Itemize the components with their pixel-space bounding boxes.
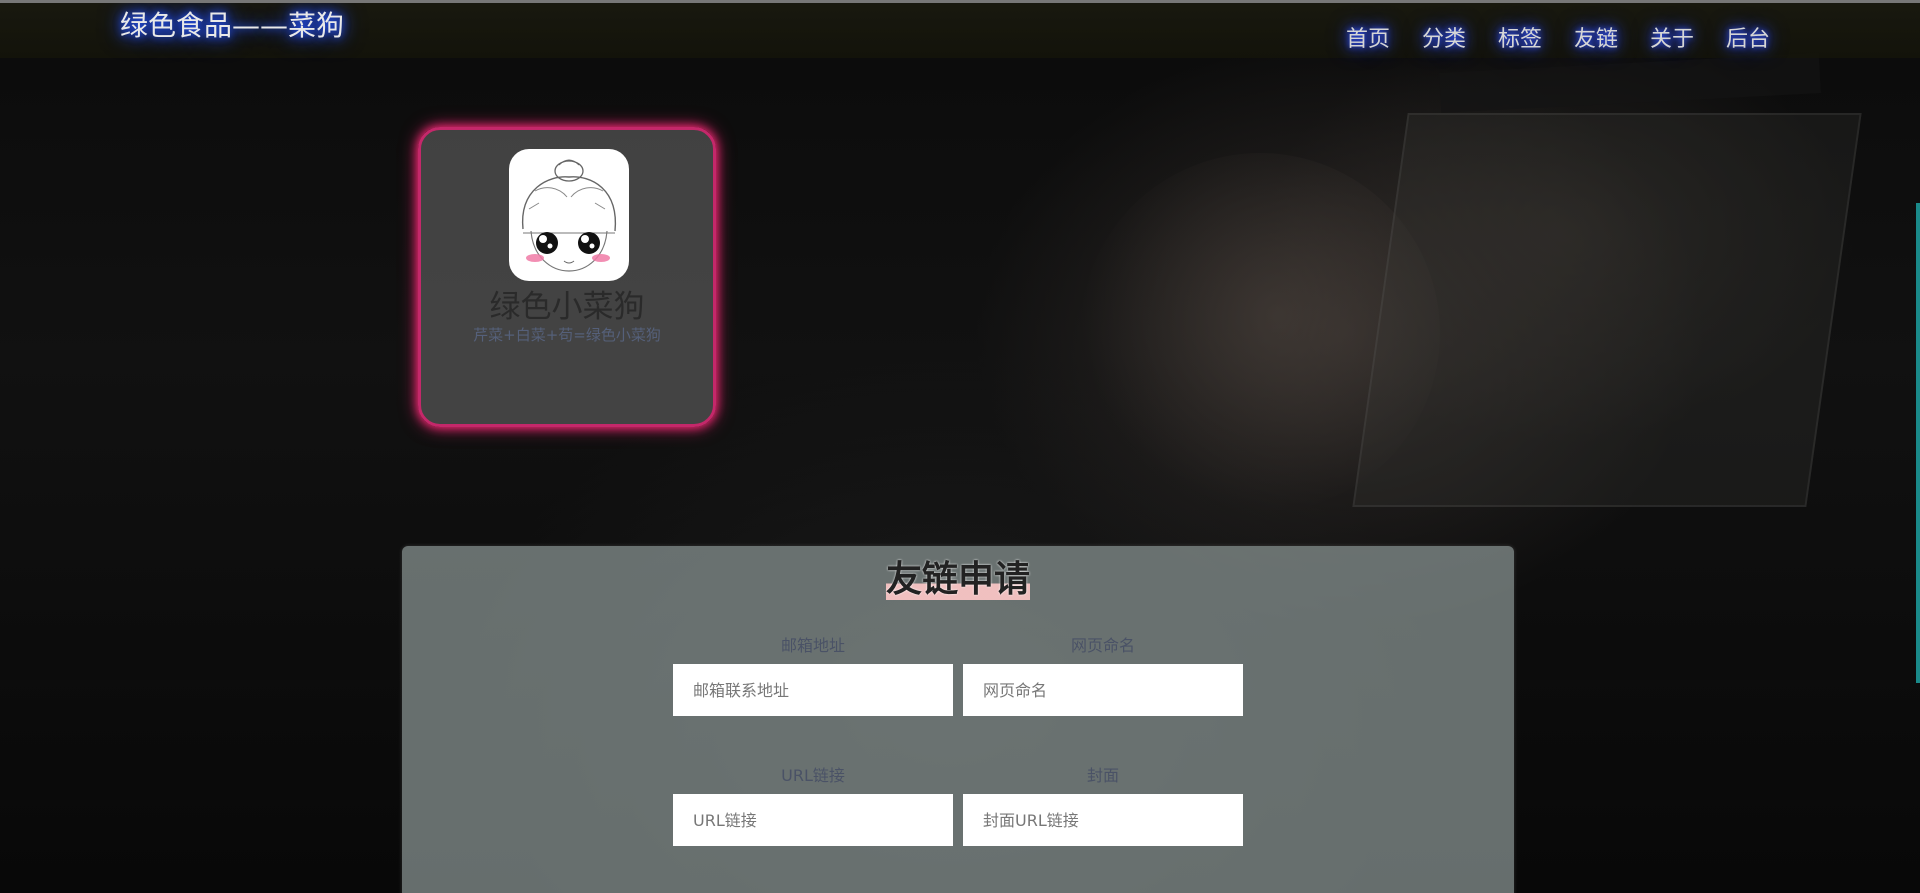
- friend-link-form: 友链申请 邮箱地址 网页命名 URL链接 封面: [402, 546, 1514, 893]
- nav-friend-links[interactable]: 友链: [1558, 21, 1634, 53]
- profile-description: 芹菜+白菜+苟=绿色小菜狗: [473, 326, 661, 344]
- site-name-label: 网页命名: [1070, 636, 1135, 655]
- url-field-group: URL链接: [673, 764, 953, 846]
- profile-card: 绿色小菜狗 芹菜+白菜+苟=绿色小菜狗: [418, 127, 716, 427]
- cartoon-girl-avatar-icon: [522, 159, 616, 272]
- scrollbar-accent: [1916, 203, 1920, 683]
- background-figure: [1080, 153, 1440, 513]
- background-window: [1352, 113, 1862, 507]
- top-navbar: 绿色食品——菜狗 首页 分类 标签 友链 关于 后台: [0, 3, 1920, 58]
- background-streak: [1439, 53, 1821, 113]
- url-input[interactable]: [673, 794, 953, 846]
- cover-input[interactable]: [963, 794, 1243, 846]
- avatar: [509, 149, 629, 281]
- form-title: 友链申请: [402, 550, 1514, 602]
- cover-label: 封面: [1086, 766, 1119, 785]
- nav-tags[interactable]: 标签: [1482, 21, 1558, 53]
- url-label: URL链接: [781, 766, 845, 785]
- page: 绿色食品——菜狗 首页 分类 标签 友链 关于 后台 绿色小菜狗 芹菜+白菜+苟…: [0, 0, 1920, 893]
- nav-home[interactable]: 首页: [1330, 21, 1406, 53]
- email-input[interactable]: [673, 664, 953, 716]
- nav-admin[interactable]: 后台: [1710, 21, 1786, 53]
- site-brand[interactable]: 绿色食品——菜狗: [120, 4, 344, 44]
- site-name-input[interactable]: [963, 664, 1243, 716]
- nav-about[interactable]: 关于: [1634, 21, 1710, 53]
- form-title-text: 友链申请: [885, 559, 1030, 600]
- cover-field-group: 封面: [963, 764, 1243, 846]
- email-label: 邮箱地址: [780, 636, 845, 655]
- profile-name: 绿色小菜狗: [489, 289, 645, 325]
- email-field-group: 邮箱地址: [673, 634, 953, 716]
- site-name-field-group: 网页命名: [963, 634, 1243, 716]
- nav-categories[interactable]: 分类: [1406, 21, 1482, 53]
- main-nav: 首页 分类 标签 友链 关于 后台: [1330, 21, 1786, 53]
